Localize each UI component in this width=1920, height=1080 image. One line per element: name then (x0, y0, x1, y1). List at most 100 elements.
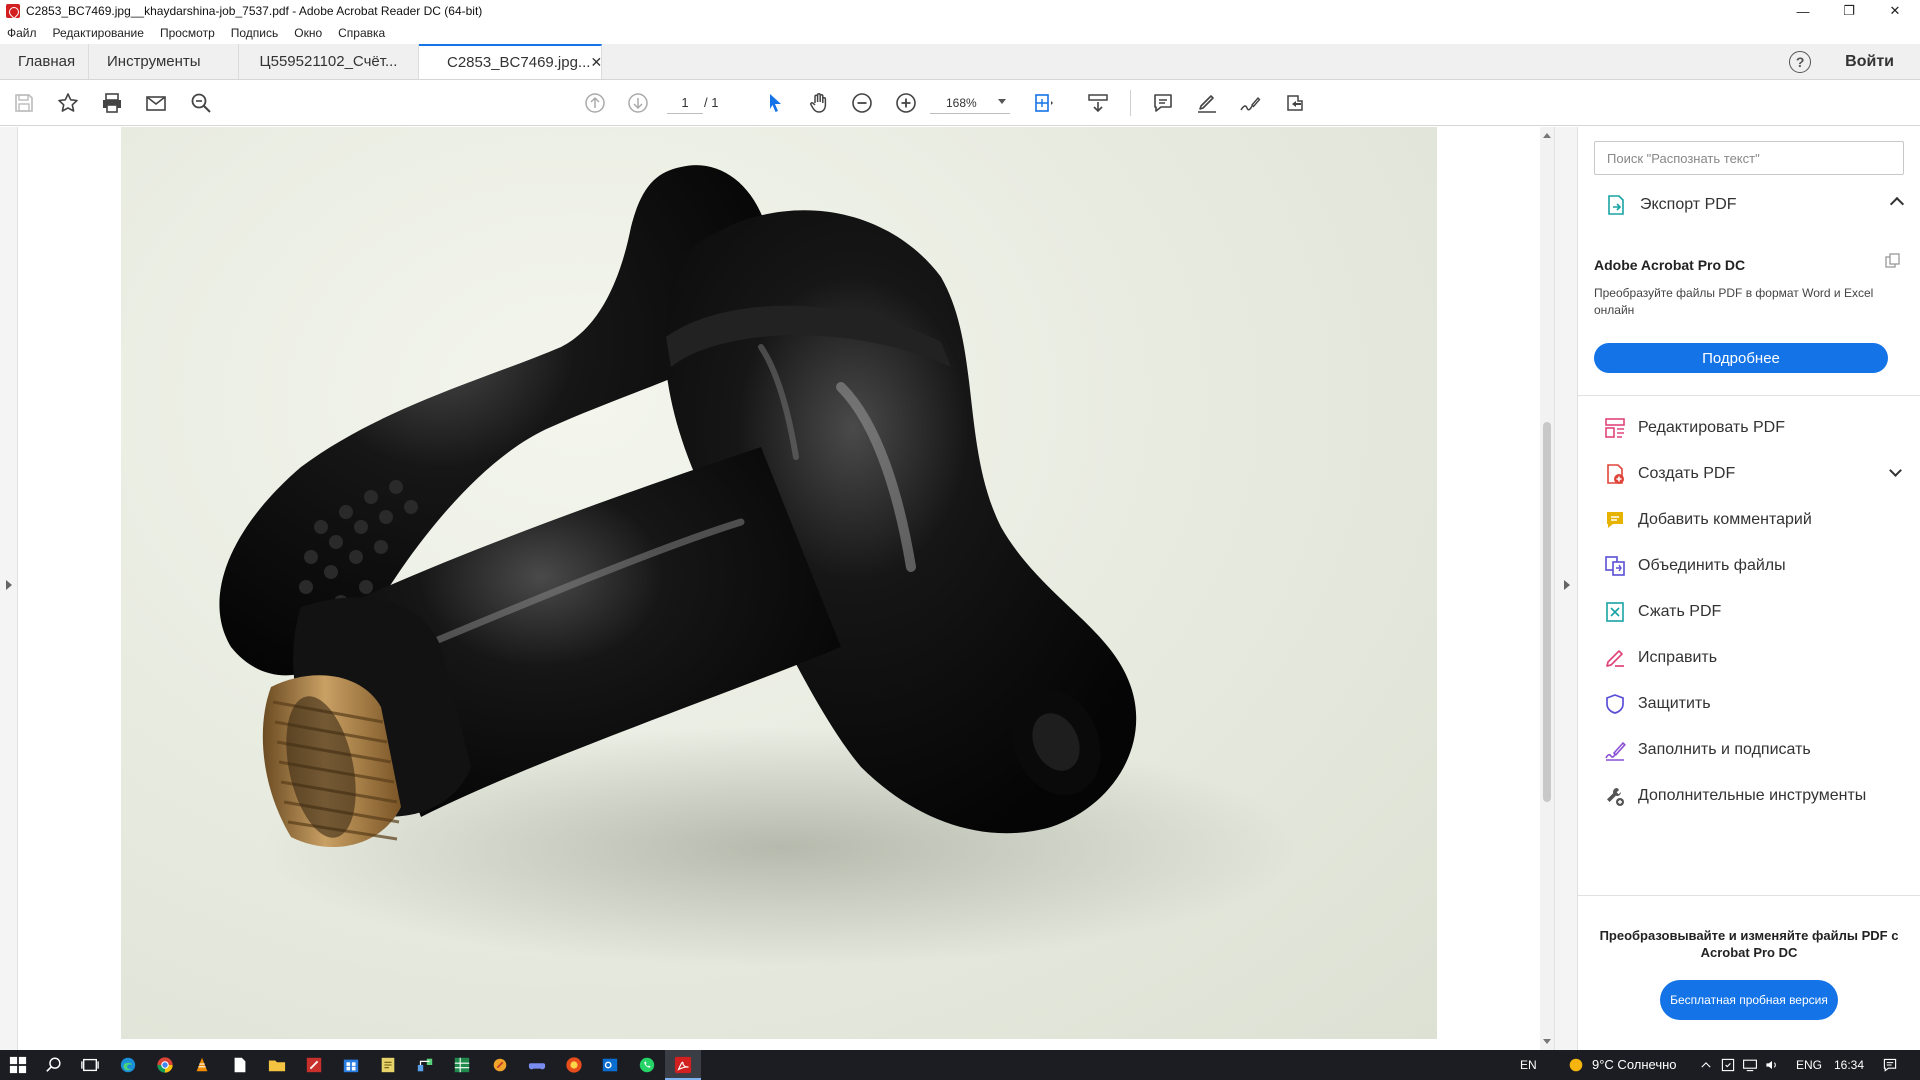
zoom-level-select[interactable]: 168% (930, 92, 1010, 114)
combine-files-icon (1602, 553, 1628, 579)
free-trial-button[interactable]: Бесплатная пробная версия (1660, 980, 1838, 1020)
tool-fill-sign[interactable]: Заполнить и подписать (1578, 727, 1920, 773)
tab-document-active-label: C2853_BC7469.jpg... (447, 54, 591, 71)
more-tools-icon (1602, 783, 1628, 809)
red-app-icon[interactable] (304, 1055, 324, 1075)
menu-bar: Файл Редактирование Просмотр Подпись Окн… (0, 22, 1920, 44)
window-title: C2853_BC7469.jpg__khaydarshina-job_7537.… (26, 4, 483, 18)
previous-page-icon[interactable] (582, 91, 608, 115)
tool-combine-files[interactable]: Объединить файлы (1578, 543, 1920, 589)
vlc-icon[interactable] (192, 1055, 212, 1075)
right-panel-toggle[interactable] (1554, 127, 1578, 1050)
tab-home[interactable]: Главная (0, 44, 89, 79)
windows-start-icon[interactable] (8, 1055, 28, 1075)
tool-add-comment[interactable]: Добавить комментарий (1578, 497, 1920, 543)
document-app-icon[interactable] (230, 1055, 250, 1075)
spreadsheet-app-icon[interactable] (452, 1055, 472, 1075)
tool-more-tools[interactable]: Дополнительные инструменты (1578, 773, 1920, 819)
tool-label: Исправить (1638, 649, 1718, 666)
scroll-mode-icon[interactable] (1085, 91, 1111, 115)
login-button[interactable]: Войти (1845, 53, 1894, 71)
tool-redact[interactable]: Исправить (1578, 635, 1920, 681)
comment-icon (1602, 507, 1628, 533)
yandex-browser-icon[interactable] (564, 1055, 584, 1075)
whatsapp-icon[interactable] (637, 1055, 657, 1075)
chevron-down-icon[interactable] (1889, 464, 1902, 477)
minimize-button[interactable]: — (1780, 0, 1826, 22)
input-language-indicator[interactable]: EN (1520, 1058, 1537, 1072)
tool-compress-pdf[interactable]: Сжать PDF (1578, 589, 1920, 635)
copy-icon[interactable] (1884, 252, 1902, 270)
vertical-scrollbar[interactable] (1540, 127, 1554, 1050)
tool-label: Редактировать PDF (1638, 419, 1785, 436)
next-page-icon[interactable] (625, 91, 651, 115)
tool-label: Заполнить и подписать (1638, 741, 1811, 758)
select-cursor-icon[interactable] (762, 91, 788, 115)
help-icon[interactable]: ? (1789, 50, 1812, 73)
acrobat-taskbar-icon[interactable] (673, 1055, 693, 1075)
game-controller-icon[interactable] (527, 1055, 547, 1075)
chrome-icon[interactable] (155, 1055, 175, 1075)
scrollbar-thumb[interactable] (1543, 422, 1551, 802)
search-zoom-icon[interactable] (188, 91, 214, 115)
tool-edit-pdf[interactable]: Редактировать PDF (1578, 405, 1920, 451)
export-pdf-section[interactable]: Экспорт PDF (1578, 185, 1920, 225)
page-number-input[interactable]: 1 (667, 92, 703, 114)
menu-window[interactable]: Окно (286, 26, 330, 40)
comment-icon[interactable] (1150, 91, 1176, 115)
tools-panel: Поиск "Распознать текст" Экспорт PDF Ado… (1578, 127, 1920, 1050)
maximize-button[interactable]: ❐ (1826, 0, 1872, 22)
tab-document-active[interactable]: C2853_BC7469.jpg... ✕ (419, 44, 602, 79)
tool-label: Защитить (1638, 695, 1711, 712)
sign-icon[interactable] (1237, 91, 1263, 115)
share-send-icon[interactable] (1282, 91, 1308, 115)
print-icon[interactable] (99, 91, 125, 115)
bookmark-star-icon[interactable] (55, 91, 81, 115)
left-panel-toggle[interactable] (0, 127, 18, 1050)
network-app-icon[interactable] (415, 1055, 435, 1075)
menu-help[interactable]: Справка (330, 26, 393, 40)
keyboard-layout-indicator[interactable]: ENG (1796, 1058, 1822, 1072)
task-view-icon[interactable] (80, 1055, 100, 1075)
weather-sun-icon[interactable] (1566, 1055, 1586, 1075)
edge-browser-icon[interactable] (118, 1055, 138, 1075)
outlook-icon[interactable] (600, 1055, 620, 1075)
zoom-out-icon[interactable] (849, 91, 875, 115)
tab-document-invoice[interactable]: Ц559521102_Счёт... (239, 44, 419, 79)
menu-view[interactable]: Просмотр (152, 26, 223, 40)
show-hidden-icons-icon[interactable] (1696, 1055, 1716, 1075)
email-icon[interactable] (143, 91, 169, 115)
tray-app-icon[interactable] (1718, 1055, 1738, 1075)
highlight-pen-icon[interactable] (1194, 91, 1220, 115)
menu-file[interactable]: Файл (0, 26, 45, 40)
hand-tool-icon[interactable] (806, 91, 832, 115)
clock[interactable]: 16:34 (1834, 1058, 1864, 1072)
menu-edit[interactable]: Редактирование (45, 26, 152, 40)
export-pdf-icon (1604, 193, 1628, 217)
fit-page-icon[interactable] (1031, 91, 1057, 115)
tool-protect[interactable]: Защитить (1578, 681, 1920, 727)
rocket-app-icon[interactable] (490, 1055, 510, 1075)
more-info-button[interactable]: Подробнее (1594, 343, 1888, 373)
close-window-button[interactable]: ✕ (1872, 0, 1918, 22)
network-icon[interactable] (1740, 1055, 1760, 1075)
save-icon[interactable] (11, 91, 37, 115)
tab-tools[interactable]: Инструменты (89, 44, 239, 79)
close-tab-icon[interactable]: ✕ (590, 54, 602, 71)
search-icon[interactable] (44, 1055, 64, 1075)
chevron-up-icon[interactable] (1889, 196, 1905, 212)
tool-label: Добавить комментарий (1638, 511, 1812, 528)
document-image-faucet (121, 127, 1437, 1039)
file-explorer-icon[interactable] (267, 1055, 287, 1075)
weather-text[interactable]: 9°C Солнечно (1592, 1057, 1677, 1072)
tool-create-pdf[interactable]: Создать PDF (1578, 451, 1920, 497)
zoom-in-icon[interactable] (893, 91, 919, 115)
scroll-up-icon[interactable] (1543, 133, 1551, 138)
menu-sign[interactable]: Подпись (223, 26, 287, 40)
notes-app-icon[interactable] (378, 1055, 398, 1075)
store-icon[interactable] (341, 1055, 361, 1075)
volume-icon[interactable] (1762, 1055, 1782, 1075)
tools-search-input[interactable]: Поиск "Распознать текст" (1594, 141, 1904, 175)
notifications-icon[interactable] (1880, 1055, 1900, 1075)
scroll-down-icon[interactable] (1543, 1039, 1551, 1044)
